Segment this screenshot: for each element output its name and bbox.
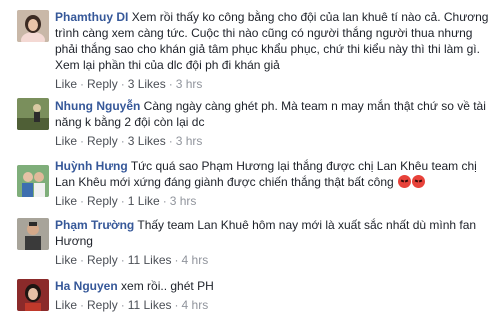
separator: · [80, 134, 85, 148]
separator: · [168, 134, 173, 148]
comment-author[interactable]: Ha Nguyen [55, 279, 118, 293]
avatar-couple-photo-icon [17, 165, 49, 197]
comment-author[interactable]: Nhung Nguyễn [55, 99, 140, 113]
comment-text: xem rồi.. ghét PH [121, 279, 214, 293]
separator: · [120, 134, 125, 148]
angry-face-icon [412, 175, 426, 188]
avatar[interactable] [17, 10, 49, 42]
reply-link[interactable]: Reply [87, 77, 118, 91]
separator: · [162, 194, 167, 208]
separator: · [120, 77, 125, 91]
comment-actions: Like · Reply · 1 Like · 3 hrs [55, 194, 495, 208]
reply-link[interactable]: Reply [87, 134, 118, 148]
avatar[interactable] [17, 165, 49, 197]
avatar[interactable] [17, 98, 49, 130]
like-link[interactable]: Like [55, 298, 77, 312]
separator: · [120, 298, 125, 312]
separator: · [120, 194, 125, 208]
comment-actions: Like · Reply · 3 Likes · 3 hrs [55, 77, 495, 91]
reply-link[interactable]: Reply [87, 298, 118, 312]
like-count[interactable]: 1 Like [128, 194, 160, 208]
comment-author[interactable]: Phamthuy DI [55, 10, 128, 24]
like-count[interactable]: 11 Likes [128, 298, 172, 312]
comment-body: Nhung Nguyễn Càng ngày càng ghét ph. Mà … [55, 98, 495, 130]
avatar-woman-red-photo-icon [17, 279, 49, 311]
comment-feed: Phamthuy DI Xem rồi thấy ko công bằng ch… [0, 0, 502, 320]
timestamp[interactable]: 3 hrs [176, 134, 203, 148]
like-count[interactable]: 3 Likes [128, 134, 166, 148]
like-count[interactable]: 11 Likes [128, 253, 172, 267]
separator: · [168, 77, 173, 91]
like-link[interactable]: Like [55, 194, 77, 208]
separator: · [80, 253, 85, 267]
like-link[interactable]: Like [55, 253, 77, 267]
separator: · [80, 194, 85, 208]
avatar-outdoor-photo-icon [17, 98, 49, 130]
timestamp[interactable]: 4 hrs [182, 253, 209, 267]
like-count[interactable]: 3 Likes [128, 77, 166, 91]
like-link[interactable]: Like [55, 134, 77, 148]
timestamp[interactable]: 3 hrs [170, 194, 197, 208]
avatar-man-photo-icon [17, 218, 49, 250]
comment-actions: Like · Reply · 11 Likes · 4 hrs [55, 298, 495, 312]
comment-author[interactable]: Phạm Trường [55, 218, 134, 232]
timestamp[interactable]: 3 hrs [176, 77, 203, 91]
avatar[interactable] [17, 218, 49, 250]
comment-body: Phamthuy DI Xem rồi thấy ko công bằng ch… [55, 9, 495, 73]
avatar[interactable] [17, 279, 49, 311]
angry-face-icon [398, 175, 412, 188]
comment-body: Phạm Trường Thấy team Lan Khuê hôm nay m… [55, 217, 495, 249]
reply-link[interactable]: Reply [87, 253, 118, 267]
reply-link[interactable]: Reply [87, 194, 118, 208]
separator: · [80, 298, 85, 312]
comment-author[interactable]: Huỳnh Hưng [55, 159, 128, 173]
separator: · [174, 253, 179, 267]
separator: · [80, 77, 85, 91]
comment-actions: Like · Reply · 3 Likes · 3 hrs [55, 134, 495, 148]
separator: · [174, 298, 179, 312]
avatar-woman-photo-icon [17, 10, 49, 42]
timestamp[interactable]: 4 hrs [182, 298, 209, 312]
comment-actions: Like · Reply · 11 Likes · 4 hrs [55, 253, 495, 267]
like-link[interactable]: Like [55, 77, 77, 91]
comment-body: Ha Nguyen xem rồi.. ghét PH [55, 278, 495, 294]
separator: · [120, 253, 125, 267]
comment-body: Huỳnh Hưng Tức quá sao Phạm Hương lại th… [55, 158, 495, 190]
